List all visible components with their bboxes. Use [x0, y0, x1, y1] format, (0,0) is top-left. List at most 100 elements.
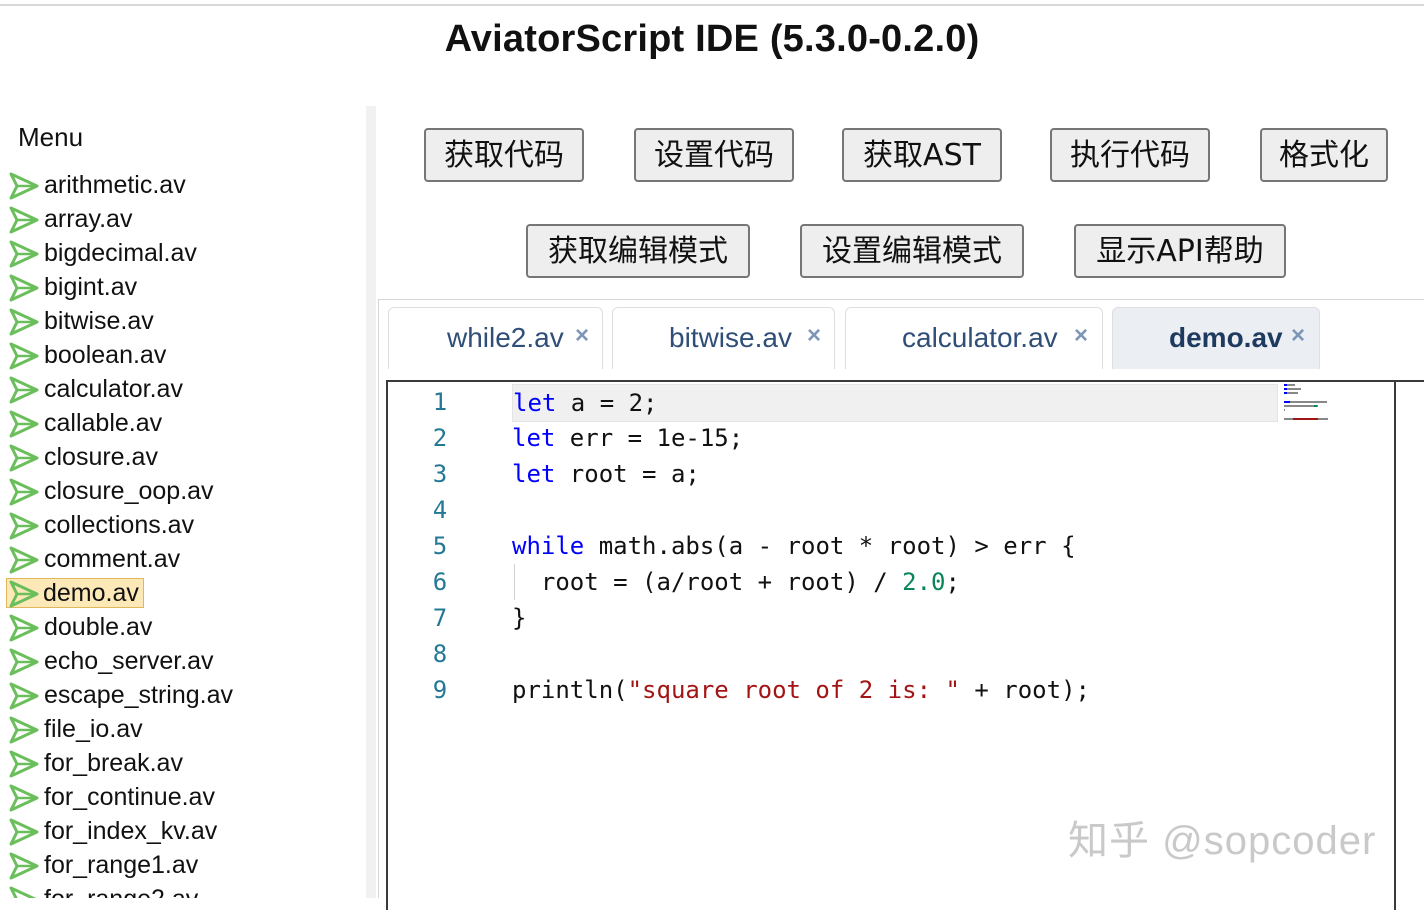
token-num: 2.0 [902, 568, 946, 596]
file-icon [8, 511, 40, 541]
file-name: double.av [44, 613, 153, 641]
file-name: closure.av [44, 443, 158, 471]
file-icon [8, 885, 40, 898]
line-number: 9 [432, 676, 448, 704]
file-item[interactable]: arithmetic.av [0, 168, 233, 202]
file-name: for_range2.av [44, 885, 198, 898]
file-item[interactable]: bigint.av [0, 270, 233, 304]
code-line[interactable]: 7} [388, 600, 1394, 636]
line-number: 7 [432, 604, 448, 632]
tab-close-icon[interactable]: × [575, 322, 589, 350]
file-item[interactable]: double.av [0, 610, 233, 644]
code-text[interactable]: root = (a/root + root) / 2.0; [512, 564, 1276, 600]
sidebar-resize-handle[interactable] [366, 106, 376, 898]
tab-bitwise[interactable]: bitwise.av × [612, 307, 835, 369]
token-kw: let [512, 460, 556, 488]
token: a = 2; [556, 389, 658, 417]
minimap-stroke [1290, 400, 1327, 403]
show-api-help-button[interactable]: 显示API帮助 [1074, 224, 1286, 278]
editor-minimap[interactable] [1280, 382, 1390, 424]
code-line[interactable]: 3 let root = a; [388, 456, 1394, 492]
tab-label: calculator.av [902, 322, 1058, 353]
file-item[interactable]: echo_server.av [0, 644, 233, 678]
get-edit-mode-button[interactable]: 获取编辑模式 [526, 224, 750, 278]
app-title: AviatorScript IDE (5.3.0-0.2.0) [444, 18, 980, 60]
file-item[interactable]: comment.av [0, 542, 233, 576]
file-icon [8, 409, 40, 439]
code-line[interactable]: 2 let err = 1e-15; [388, 420, 1394, 456]
line-number: 3 [432, 460, 448, 488]
file-item[interactable]: array.av [0, 202, 233, 236]
token-kw: let [512, 424, 556, 452]
code-text[interactable]: while math.abs(a - root * root) > err { [512, 528, 1276, 564]
file-item[interactable]: for_index_kv.av [0, 814, 233, 848]
code-text[interactable]: let a = 2; [512, 384, 1278, 422]
top-divider [0, 4, 1424, 6]
code-line[interactable]: 8 [388, 636, 1394, 672]
file-item[interactable]: demo.av [0, 576, 233, 610]
file-icon [8, 613, 40, 643]
token: } [512, 604, 527, 632]
line-number: 5 [432, 532, 448, 560]
file-name: for_range1.av [44, 851, 199, 879]
minimap-stroke [1284, 417, 1293, 420]
run-code-button[interactable]: 执行代码 [1050, 128, 1210, 182]
file-item[interactable]: escape_string.av [0, 678, 233, 712]
code-line[interactable]: 4 [388, 492, 1394, 528]
set-edit-mode-button[interactable]: 设置编辑模式 [800, 224, 1024, 278]
file-name: collections.av [44, 511, 195, 539]
set-code-button[interactable]: 设置代码 [634, 128, 794, 182]
code-text[interactable]: let root = a; [512, 456, 1276, 492]
token-kw: while [512, 532, 585, 560]
minimap-stroke [1287, 388, 1301, 391]
file-item[interactable]: for_range2.av [0, 882, 233, 898]
tab-close-icon[interactable]: × [807, 322, 821, 350]
code-line[interactable]: 6 root = (a/root + root) / 2.0; [388, 564, 1394, 600]
file-item[interactable]: file_io.av [0, 712, 233, 746]
format-button[interactable]: 格式化 [1260, 128, 1388, 182]
tab-calculator[interactable]: calculator.av × [845, 307, 1103, 369]
line-number: 4 [432, 496, 448, 524]
file-item[interactable]: bitwise.av [0, 304, 233, 338]
file-icon [8, 851, 40, 881]
file-item[interactable]: for_break.av [0, 746, 233, 780]
file-item[interactable]: closure_oop.av [0, 474, 233, 508]
file-icon [8, 715, 40, 745]
tab-while2[interactable]: while2.av × [388, 307, 603, 369]
tab-demo[interactable]: demo.av × [1112, 307, 1320, 369]
file-name: escape_string.av [44, 681, 234, 709]
get-code-button[interactable]: 获取代码 [424, 128, 584, 182]
file-name: echo_server.av [44, 647, 214, 675]
code-text[interactable]: let err = 1e-15; [512, 420, 1276, 456]
file-name: file_io.av [44, 715, 143, 743]
minimap-stroke [1318, 417, 1328, 420]
code-line[interactable]: 1 let a = 2; [388, 384, 1394, 422]
file-icon [8, 477, 40, 507]
file-icon [8, 307, 40, 337]
file-item[interactable]: for_continue.av [0, 780, 233, 814]
code-line[interactable]: 5 while math.abs(a - root * root) > err { [388, 528, 1394, 564]
file-item[interactable]: bigdecimal.av [0, 236, 233, 270]
code-line[interactable]: 9 println("square root of 2 is: " + root)… [388, 672, 1394, 708]
tab-label: demo.av [1169, 322, 1283, 353]
file-icon [8, 681, 40, 711]
file-name: bigdecimal.av [44, 239, 197, 267]
get-ast-button[interactable]: 获取AST [842, 128, 1002, 182]
file-item[interactable]: collections.av [0, 508, 233, 542]
file-icon [8, 375, 40, 405]
tab-close-icon[interactable]: × [1074, 322, 1088, 350]
code-text[interactable]: } [512, 600, 1276, 636]
file-icon [8, 443, 40, 473]
file-item[interactable]: callable.av [0, 406, 233, 440]
token: + root); [959, 676, 1090, 704]
file-item[interactable]: calculator.av [0, 372, 233, 406]
line-number: 2 [432, 424, 448, 452]
tab-close-icon[interactable]: × [1291, 322, 1305, 350]
file-name: bitwise.av [44, 307, 154, 335]
file-item[interactable]: closure.av [0, 440, 233, 474]
code-text[interactable]: println("square root of 2 is: " + root); [512, 672, 1276, 708]
minimap-stroke [1287, 384, 1295, 386]
file-item[interactable]: for_range1.av [0, 848, 233, 882]
file-item[interactable]: boolean.av [0, 338, 233, 372]
file-name: comment.av [44, 545, 181, 573]
